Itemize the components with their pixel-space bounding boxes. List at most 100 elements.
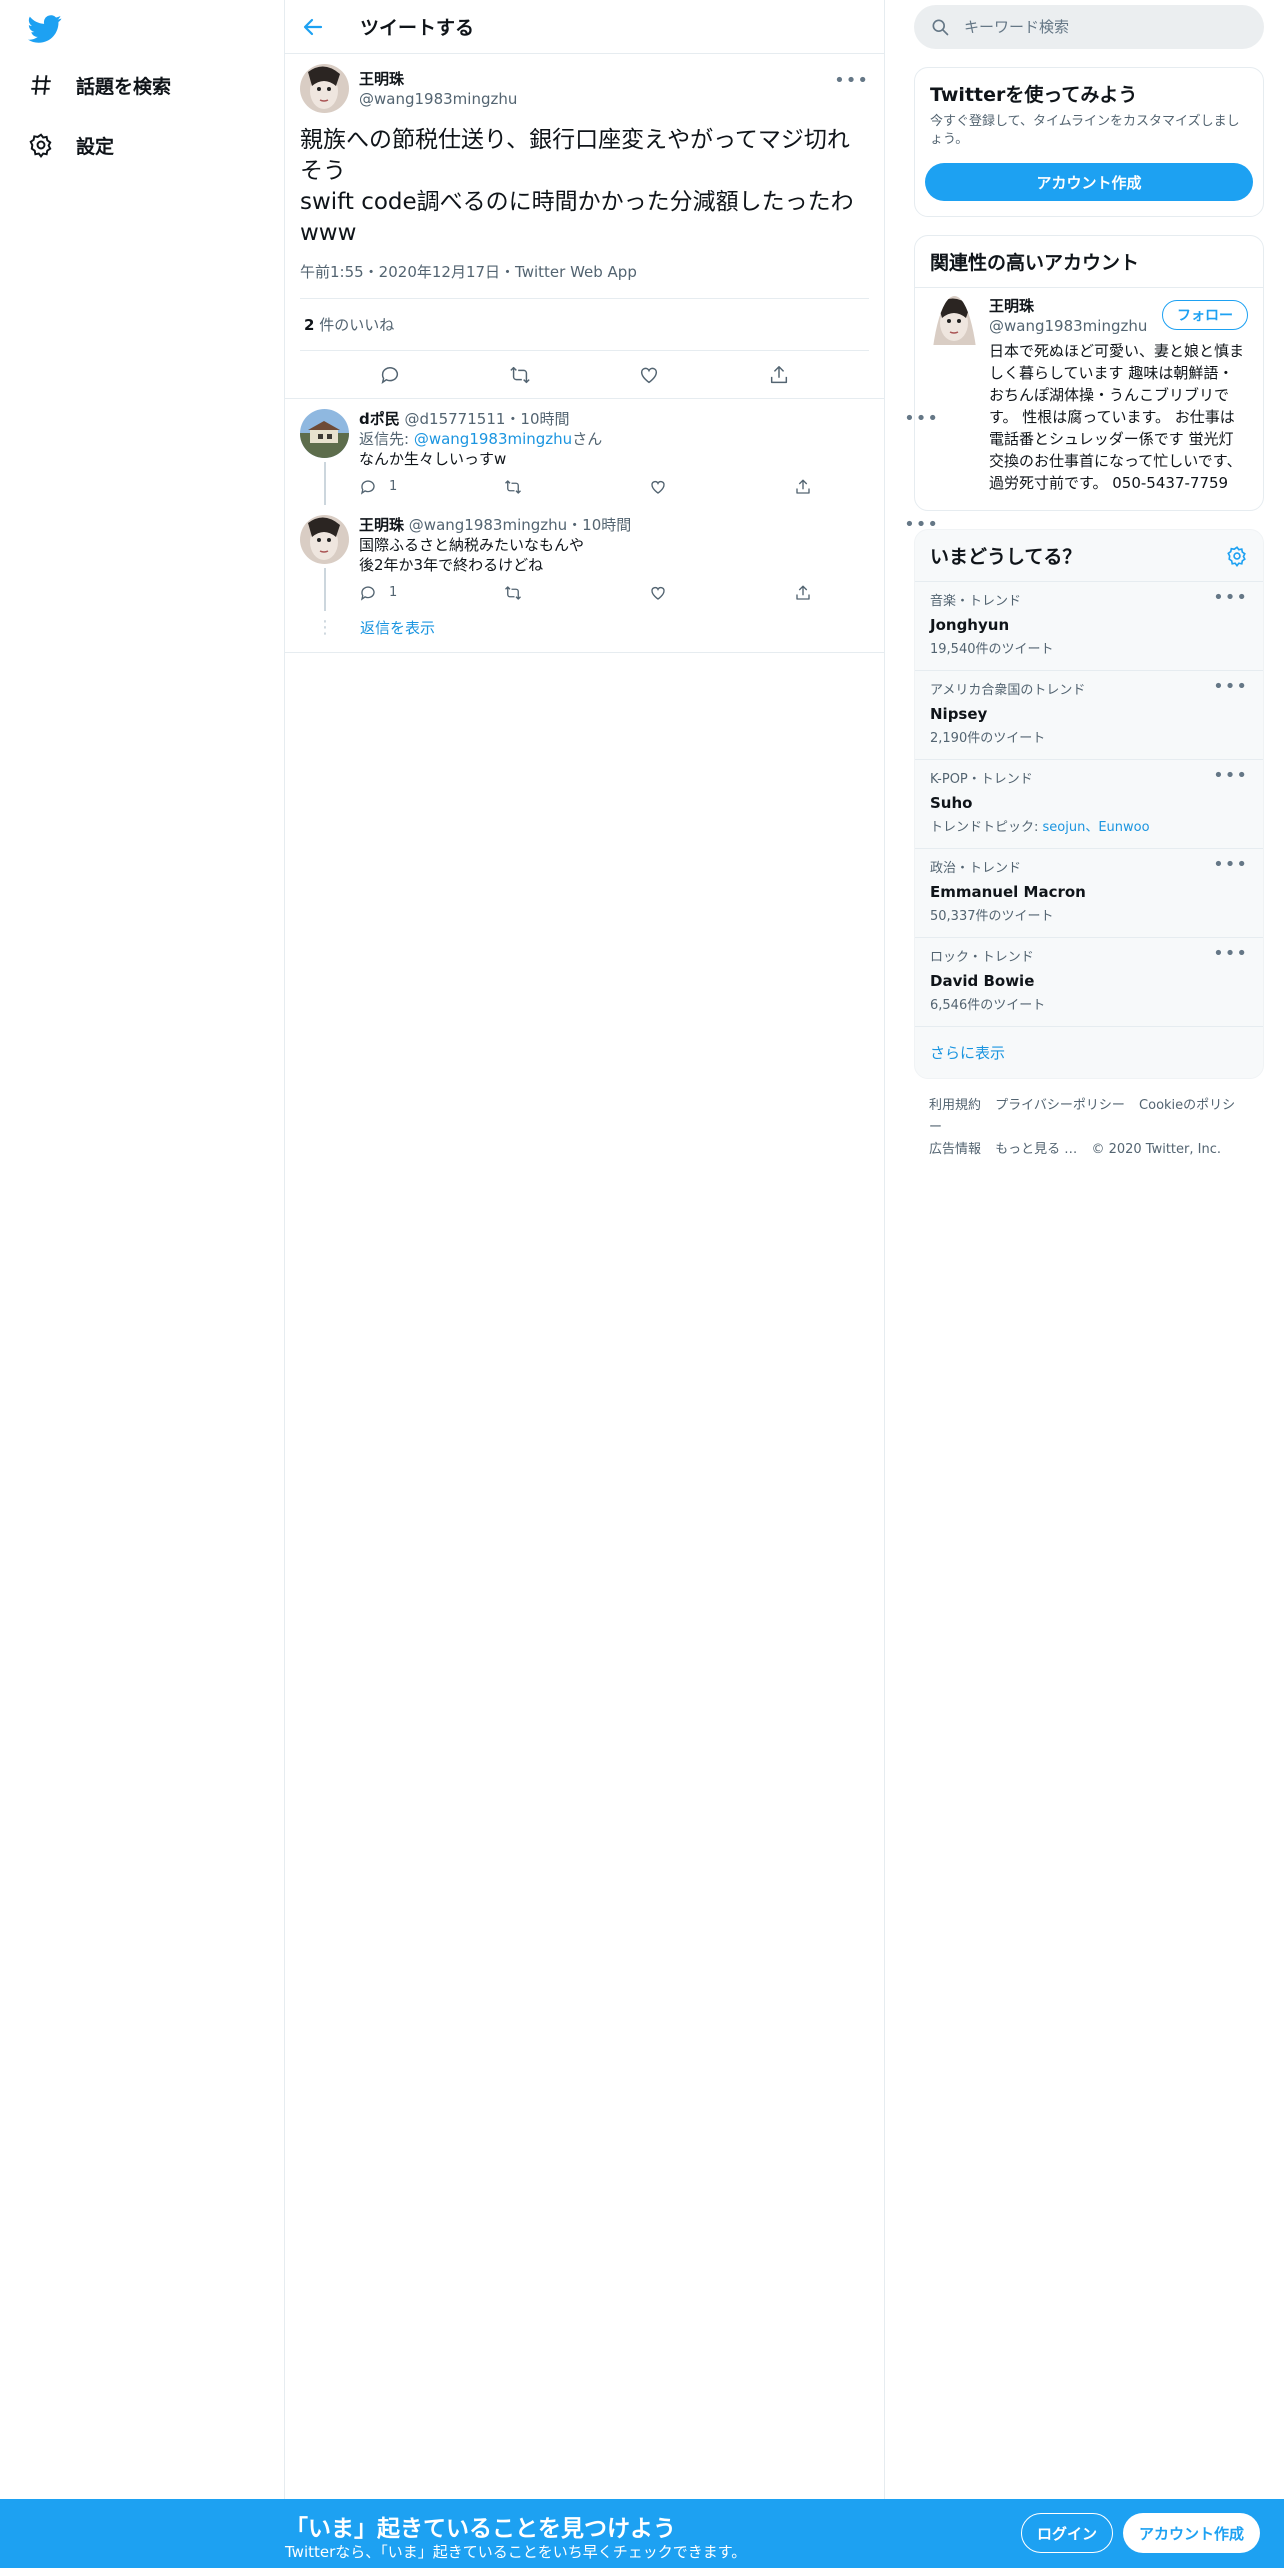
reply-count: 1 [389, 479, 398, 494]
nav-explore[interactable]: 話題を検索 [28, 63, 171, 107]
login-button[interactable]: ログイン [1021, 2513, 1113, 2553]
related-accounts-card: 関連性の高いアカウント 王明珠 @wang1983mingzhu フォロー 日本… [914, 235, 1264, 511]
trend-topics-prefix: トレンドトピック: [930, 820, 1043, 835]
likes-number: 2 [304, 316, 315, 334]
retweet-icon[interactable] [509, 364, 531, 386]
avatar[interactable] [930, 296, 979, 494]
reply-icon[interactable] [379, 364, 401, 386]
reply-author-name[interactable]: dポ民 [359, 410, 400, 428]
reply-icon [360, 586, 375, 601]
tweet-timestamp[interactable]: 午前1:55・2020年12月17日・Twitter Web App [300, 261, 869, 299]
retweet-button[interactable] [504, 478, 649, 496]
trend-count: 2,190件のツイート [930, 731, 1046, 746]
avatar[interactable] [300, 409, 349, 458]
likes-label: 件のいいね [319, 316, 395, 334]
twitter-logo-icon[interactable] [28, 12, 62, 46]
create-account-button[interactable]: アカウント作成 [925, 163, 1253, 201]
reply-author-name[interactable]: 王明珠 [359, 516, 404, 534]
trend-name: Jonghyun [930, 616, 1010, 634]
like-icon [651, 480, 665, 494]
bottom-signup-bar: 「いま」起きていることを見つけよう Twitterなら、「いま」起きていることを… [0, 2499, 1284, 2568]
reply-author-handle[interactable]: @wang1983mingzhu [409, 516, 567, 534]
nav-settings[interactable]: 設定 [28, 123, 114, 167]
reply-text: なんか生々しいっすw [359, 450, 507, 468]
more-options-icon[interactable]: ••• [834, 70, 869, 91]
trends-title: いまどうしてる？ [930, 546, 1082, 568]
reply-to-line: 返信先: @wang1983mingzhuさん [359, 429, 939, 449]
thread-dots-icon: ⋮ [316, 616, 334, 638]
settings-gear-icon[interactable] [1226, 545, 1248, 567]
more-options-icon[interactable]: ••• [1213, 588, 1248, 608]
trend-name: David Bowie [930, 972, 1035, 990]
footer-link-more[interactable]: もっと見る … [995, 1142, 1077, 1157]
author-name[interactable]: 王明珠 [359, 69, 517, 89]
avatar[interactable] [300, 64, 349, 113]
more-options-icon[interactable]: ••• [1213, 944, 1248, 964]
main-tweet: 王明珠 @wang1983mingzhu ••• 親族への節税仕送り、銀行口座変… [285, 54, 884, 399]
back-arrow-icon[interactable] [301, 15, 325, 39]
trend-context: アメリカ合衆国のトレンド [930, 683, 1086, 698]
like-button[interactable] [649, 584, 794, 602]
author-handle[interactable]: @wang1983mingzhu [359, 89, 517, 109]
more-options-icon[interactable]: ••• [1213, 677, 1248, 697]
avatar[interactable] [300, 515, 349, 564]
reply-tweet[interactable]: dポ民 @d15771511・10時間 返信先: @wang1983mingzh… [285, 399, 938, 505]
trend-topics-links[interactable]: seojun、Eunwoo [1043, 820, 1150, 835]
trend-item[interactable]: 音楽・トレンド Jonghyun 19,540件のツイート ••• [915, 582, 1263, 671]
search-box[interactable] [914, 5, 1264, 49]
retweet-button[interactable] [504, 584, 649, 602]
reply-to-mention[interactable]: @wang1983mingzhu [414, 430, 572, 448]
like-icon [651, 586, 665, 600]
trend-count: 6,546件のツイート [930, 998, 1046, 1013]
trend-item[interactable]: K-POP・トレンド Suho トレンドトピック: seojun、Eunwoo … [915, 760, 1263, 849]
reply-button[interactable]: 1 [359, 583, 504, 603]
right-sidebar: Twitterを使ってみよう 今すぐ登録して、タイムラインをカスタマイズしましょ… [914, 0, 1264, 1177]
footer-copyright: © 2020 Twitter, Inc. [1091, 1142, 1221, 1157]
trend-item[interactable]: アメリカ合衆国のトレンド Nipsey 2,190件のツイート ••• [915, 671, 1263, 760]
trend-count: 19,540件のツイート [930, 642, 1054, 657]
reply-time[interactable]: ・10時間 [505, 410, 569, 428]
follow-button[interactable]: フォロー [1162, 300, 1248, 330]
trend-name: Suho [930, 794, 973, 812]
trend-count: 50,337件のツイート [930, 909, 1054, 924]
likes-count[interactable]: 2 件のいいね [300, 299, 869, 351]
more-options-icon[interactable]: ••• [1213, 855, 1248, 875]
trend-topics: トレンドトピック: seojun、Eunwoo [930, 818, 1248, 838]
nav-explore-label: 話題を検索 [76, 75, 172, 98]
reply-author-handle[interactable]: @d15771511 [405, 410, 506, 428]
trend-item[interactable]: ロック・トレンド David Bowie 6,546件のツイート ••• [915, 938, 1263, 1027]
show-replies-row[interactable]: ⋮ 返信を表示 [285, 611, 884, 653]
left-nav: 話題を検索 設定 [0, 0, 285, 2568]
related-bio: 日本で死ぬほど可愛い、妻と娘と慎ましく暮らしています 趣味は朝鮮語・おちんぽ湖体… [989, 342, 1245, 492]
reply-to-suffix: さん [572, 430, 603, 448]
trend-name: Emmanuel Macron [930, 883, 1086, 901]
footer-links: 利用規約 プライバシーポリシー Cookieのポリシー 広告情報 もっと見る …… [914, 1079, 1264, 1177]
show-more-link[interactable]: さらに表示 [915, 1027, 1263, 1078]
reply-time[interactable]: ・10時間 [567, 516, 631, 534]
footer-link-privacy[interactable]: プライバシーポリシー [995, 1098, 1125, 1113]
tweet-text: 親族への節税仕送り、銀行口座変えやがってマジ切れそう swift code調べる… [300, 127, 854, 246]
like-button[interactable] [649, 478, 794, 496]
share-icon[interactable] [768, 364, 790, 386]
footer-link-ads[interactable]: 広告情報 [929, 1142, 981, 1157]
signup-button[interactable]: アカウント作成 [1123, 2513, 1260, 2553]
share-icon [796, 585, 810, 600]
related-account[interactable]: 王明珠 @wang1983mingzhu フォロー 日本で死ぬほど可愛い、妻と娘… [915, 287, 1263, 510]
nav-settings-label: 設定 [76, 135, 115, 158]
thread-line [323, 462, 326, 505]
trend-item[interactable]: 政治・トレンド Emmanuel Macron 50,337件のツイート ••• [915, 849, 1263, 938]
retweet-icon [505, 480, 521, 494]
reply-actions: 1 [359, 575, 939, 611]
reply-to-prefix: 返信先: [359, 430, 414, 448]
reply-tweet[interactable]: 王明珠 @wang1983mingzhu・10時間 国際ふるさと納税みたいなもん… [285, 505, 938, 611]
search-input[interactable] [964, 18, 1224, 36]
more-options-icon[interactable]: ••• [1213, 766, 1248, 786]
gear-icon [29, 133, 52, 158]
footer-link-terms[interactable]: 利用規約 [929, 1098, 981, 1113]
trend-name: Nipsey [930, 705, 988, 723]
search-icon [932, 19, 949, 36]
show-replies-link[interactable]: 返信を表示 [360, 617, 435, 638]
bottom-bar-title: 「いま」起きていることを見つけよう [285, 2516, 676, 2542]
reply-button[interactable]: 1 [359, 477, 504, 497]
like-icon[interactable] [638, 364, 660, 386]
